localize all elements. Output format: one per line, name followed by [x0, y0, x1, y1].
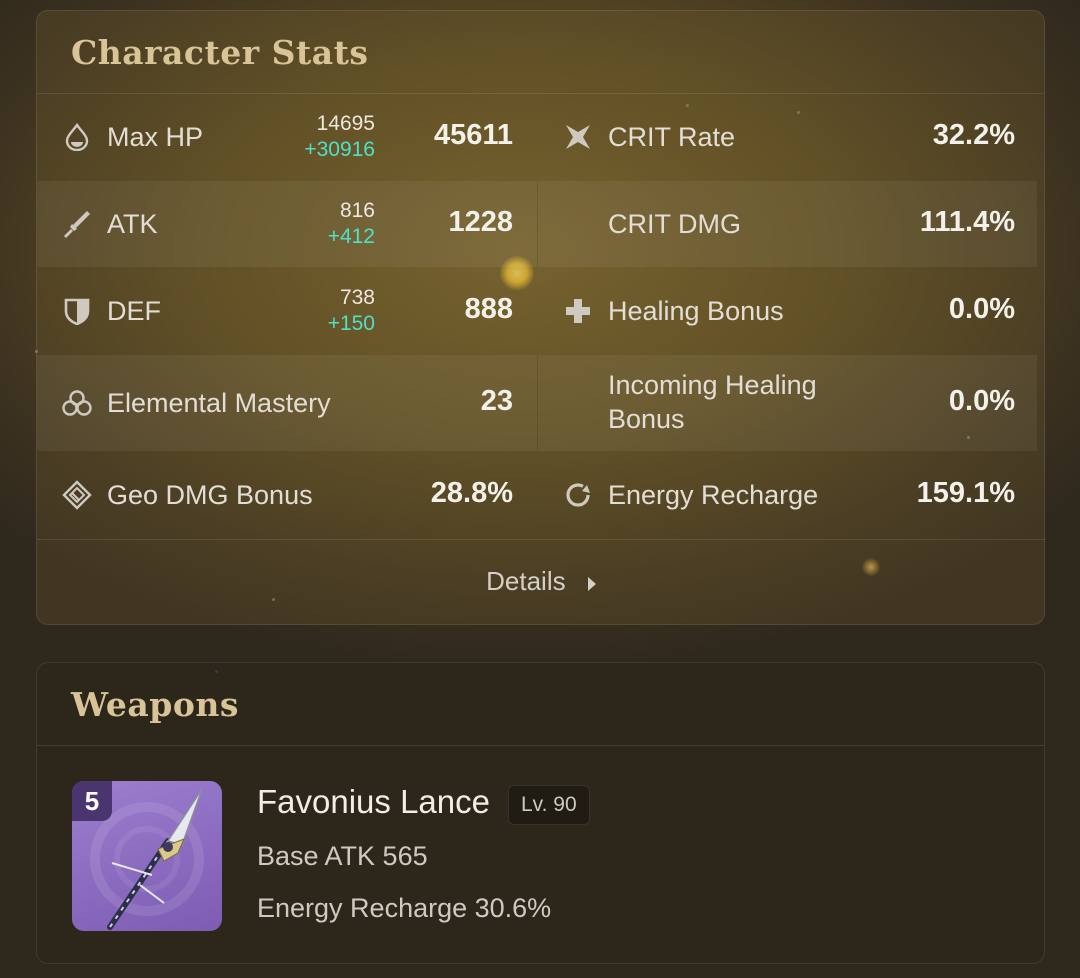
- column-divider: [537, 355, 538, 451]
- stat-value-max-hp: 45611: [433, 119, 513, 151]
- stat-row: ATK 816 +412 1228 CRIT DMG 111.4%: [37, 181, 1037, 267]
- stat-row: Elemental Mastery 23 Incoming Healing Bo…: [37, 355, 1037, 451]
- sword-icon: [62, 209, 92, 239]
- stat-label-crit-dmg: CRIT DMG: [608, 209, 741, 239]
- stat-breakdown: 14695 +30916: [275, 111, 375, 163]
- plus-icon: [563, 296, 593, 326]
- stat-label-energy-recharge: Energy Recharge: [608, 480, 819, 510]
- weapon-base-stat: Base ATK 565: [257, 841, 428, 871]
- weapons-panel: Weapons 5 Favonius Lance Lv. 90 Base ATK…: [36, 662, 1045, 964]
- chevron-right-icon: [587, 568, 597, 599]
- stat-breakdown: 738 +150: [275, 285, 375, 337]
- stat-label-geo-dmg-bonus: Geo DMG Bonus: [107, 480, 313, 510]
- stat-value-atk: 1228: [448, 206, 513, 238]
- details-button[interactable]: Details: [37, 566, 1046, 599]
- stat-row: DEF 738 +150 888 Healing Bonus 0.0%: [37, 268, 1037, 354]
- stat-label-def: DEF: [107, 296, 161, 326]
- stat-base-value: 816: [339, 199, 375, 222]
- energy-recharge-icon: [563, 480, 593, 510]
- stat-value-crit-rate: 32.2%: [932, 119, 1015, 151]
- stat-label-max-hp: Max HP: [107, 122, 204, 152]
- stat-value-crit-dmg: 111.4%: [919, 206, 1015, 238]
- character-stats-panel: Character Stats Max HP 14695 +30916 4561…: [36, 10, 1046, 625]
- stat-label-incoming-healing-bonus: Incoming Healing Bonus: [608, 370, 817, 434]
- stat-base-value: 738: [339, 286, 375, 309]
- rarity-badge: 5: [72, 781, 112, 821]
- stat-bonus-value: +30916: [304, 138, 375, 161]
- details-label: Details: [486, 566, 566, 596]
- character-stats-title: Character Stats: [71, 33, 369, 72]
- stat-value-def: 888: [464, 293, 513, 325]
- stat-label-healing-bonus: Healing Bonus: [608, 296, 784, 326]
- crit-icon: [563, 122, 593, 152]
- elemental-mastery-icon: [62, 388, 92, 418]
- divider: [37, 745, 1044, 746]
- column-divider: [537, 181, 538, 267]
- geo-icon: [62, 480, 92, 510]
- weapon-sub-stat: Energy Recharge 30.6%: [257, 893, 552, 923]
- stat-label-elemental-mastery: Elemental Mastery: [107, 388, 331, 418]
- stat-bonus-value: +412: [327, 225, 375, 248]
- stat-row: Max HP 14695 +30916 45611 CRIT Rate 32.2…: [37, 94, 1037, 180]
- stat-value-incoming-healing-bonus: 0.0%: [948, 385, 1015, 417]
- weapon-level-badge: Lv. 90: [508, 785, 590, 825]
- divider: [37, 539, 1046, 540]
- stat-row: Geo DMG Bonus 28.8% Energy Recharge 159.…: [37, 452, 1037, 538]
- stat-label-crit-rate: CRIT Rate: [608, 122, 736, 152]
- stat-base-value: 14695: [316, 112, 375, 135]
- weapon-name: Favonius Lance: [257, 783, 490, 820]
- stat-value-geo-dmg-bonus: 28.8%: [430, 477, 513, 509]
- stat-breakdown: 816 +412: [275, 198, 375, 250]
- stat-value-healing-bonus: 0.0%: [948, 293, 1015, 325]
- stat-label-atk: ATK: [107, 209, 158, 239]
- stat-value-elemental-mastery: 23: [480, 385, 513, 417]
- droplet-icon: [62, 122, 92, 152]
- stat-value-energy-recharge: 159.1%: [916, 477, 1015, 509]
- shield-icon: [62, 296, 92, 326]
- weapons-title: Weapons: [71, 685, 239, 724]
- weapon-card[interactable]: 5: [72, 781, 222, 931]
- stat-bonus-value: +150: [327, 312, 375, 335]
